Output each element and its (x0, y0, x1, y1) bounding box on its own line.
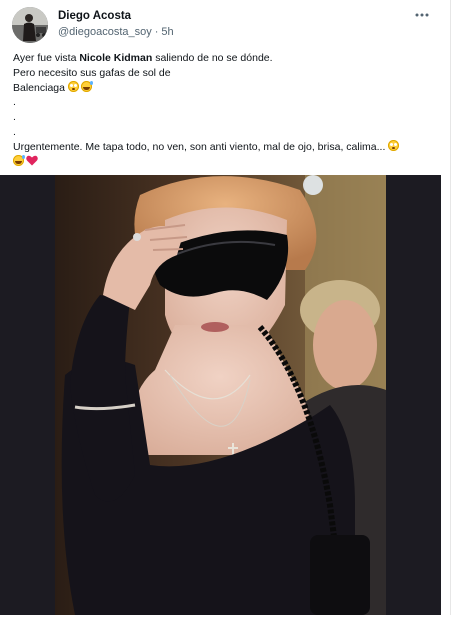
photo-image-icon (55, 175, 386, 615)
author-handle[interactable]: @diegoacosta_soy (58, 26, 152, 38)
tweet-text: Ayer fue vista Nicole Kidman saliendo de… (13, 51, 433, 169)
author-avatar[interactable] (12, 7, 48, 43)
text-line-3-label: Balenciaga (13, 81, 65, 94)
text-line-8 (13, 154, 433, 170)
bottom-divider (0, 615, 451, 620)
author-name[interactable]: Diego Acosta (58, 10, 131, 22)
flushed-face-emoji-icon (388, 139, 400, 151)
avatar-photo-icon (12, 7, 48, 43)
flushed-face-emoji-icon (67, 80, 79, 92)
text-line-1-prefix: Ayer fue vista (13, 52, 80, 64)
text-line-7-label: Urgentemente. Me tapa todo, no ven, son … (13, 140, 386, 153)
text-line-4: . (13, 96, 16, 109)
text-line-7: Urgentemente. Me tapa todo, no ven, son … (13, 139, 433, 155)
tweet-time[interactable]: 5h (161, 26, 173, 38)
author-meta: @diegoacosta_soy · 5h (58, 26, 177, 38)
grinning-sweat-emoji-icon (13, 154, 25, 166)
text-line-6: . (13, 125, 16, 138)
tweet: Diego Acosta @diegoacosta_soy · 5h Ayer fu… (0, 0, 451, 620)
meta-separator: · (154, 26, 159, 38)
more-horizontal-icon (415, 13, 429, 17)
text-line-3: Balenciaga (13, 80, 433, 96)
red-heart-emoji-icon (26, 155, 38, 166)
text-line-2: Pero necesito sus gafas de sol de (13, 66, 171, 79)
mentioned-name: Nicole Kidman (79, 52, 153, 64)
text-line-1: Ayer fue vista Nicole Kidman saliendo de… (13, 51, 433, 66)
tweet-photo[interactable] (55, 175, 386, 615)
more-options-button[interactable] (414, 8, 430, 22)
text-line-5: . (13, 111, 16, 124)
text-line-1-suffix: saliendo de no se dónde. (152, 52, 273, 64)
grinning-sweat-emoji-icon (80, 80, 93, 92)
tweet-media[interactable] (0, 175, 441, 615)
